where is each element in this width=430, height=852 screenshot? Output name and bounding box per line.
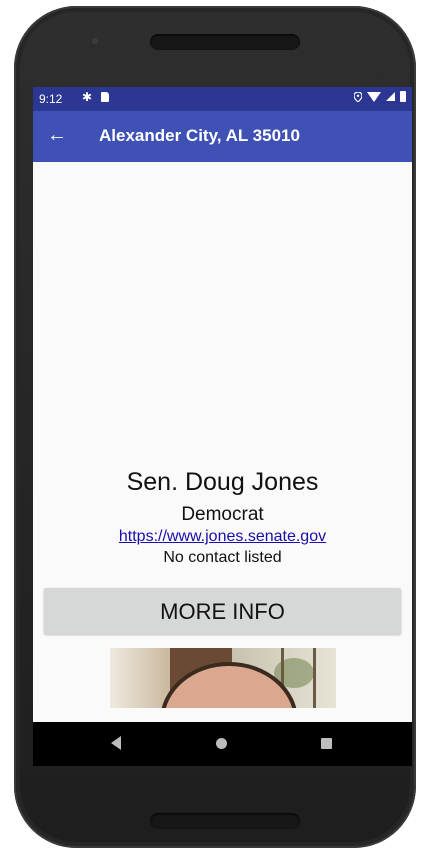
- app-bar: ← Alexander City, AL 35010: [33, 111, 412, 162]
- signal-icon: [386, 92, 395, 101]
- nav-home-icon[interactable]: [216, 738, 227, 749]
- nav-recents-icon[interactable]: [321, 738, 332, 749]
- battery-icon: [400, 91, 406, 102]
- device-screen: 9:12 ✱ ← Alexander City, AL 35010 Sen. D…: [33, 87, 412, 766]
- contact-info: No contact listed: [163, 549, 282, 566]
- top-speaker: [150, 34, 300, 50]
- navigation-bar: [33, 722, 412, 766]
- page-title: Alexander City, AL 35010: [99, 126, 300, 145]
- location-icon: [354, 91, 362, 102]
- status-bar: 9:12 ✱: [33, 87, 412, 111]
- wifi-icon: [367, 91, 381, 102]
- photo-background-left: [110, 648, 170, 708]
- bottom-speaker: [150, 813, 300, 829]
- representative-name: Sen. Doug Jones: [126, 468, 319, 496]
- status-time: 9:12: [39, 92, 63, 106]
- sd-card-icon: [101, 92, 109, 102]
- representative-party: Democrat: [181, 504, 264, 525]
- nav-back-icon[interactable]: [111, 736, 121, 750]
- status-icons: [354, 91, 406, 102]
- photo-window-frame: [313, 648, 316, 708]
- more-info-button[interactable]: MORE INFO: [44, 588, 401, 634]
- arrow-back-icon[interactable]: ←: [47, 124, 67, 146]
- website-link[interactable]: https://www.jones.senate.gov: [33, 528, 412, 546]
- gear-icon: ✱: [82, 90, 93, 104]
- front-camera: [92, 38, 98, 44]
- representative-content: Sen. Doug Jones Democrat https://www.jon…: [33, 162, 412, 722]
- portrait-photo: [110, 648, 336, 708]
